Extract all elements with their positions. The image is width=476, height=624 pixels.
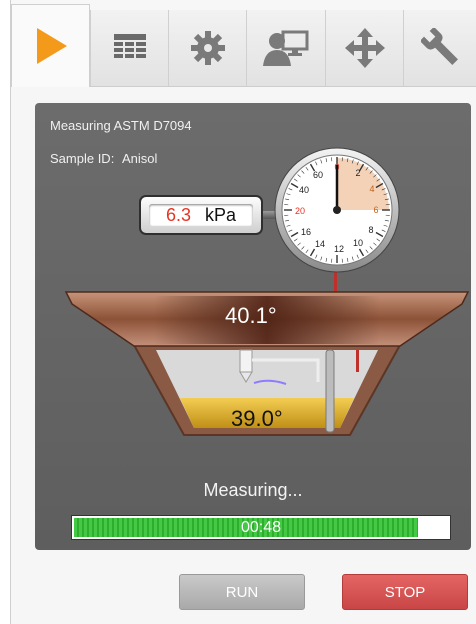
gear-icon [190,31,225,65]
pressure-gauge: 0 2 4 6 8 10 12 14 16 20 40 60 [274,147,400,273]
pressure-unit: kPa [205,204,237,225]
temperature-probe [325,349,335,433]
tab-move[interactable] [325,10,403,86]
move-arrows-icon [344,28,385,68]
tab-results[interactable] [90,10,168,86]
tab-run[interactable] [11,4,90,87]
gauge-label-6: 6 [373,205,378,215]
pressure-value: 6.3 [165,204,191,225]
play-icon [36,28,67,64]
lower-temperature: 39.0° [231,406,283,431]
sample-id-label: Sample ID: Anisol [50,151,157,166]
injector [239,349,253,373]
gauge-label-20: 20 [295,206,305,216]
measurement-panel: Measuring ASTM D7094 Sample ID: Anisol 6… [35,103,471,550]
user-monitor-icon [263,30,309,66]
run-button[interactable]: RUN [179,574,305,610]
gauge-label-12: 12 [334,244,344,254]
upper-temperature: 40.1° [225,303,277,328]
gauge-label-60: 60 [313,170,323,180]
status-text: Measuring... [203,480,303,500]
gauge-label-2: 2 [355,168,360,178]
sample-id-value: Anisol [121,151,158,166]
sample-id-caption: Sample ID: [50,151,115,166]
gauge-label-4: 4 [369,184,374,194]
pressure-display: 6.3 kPa [139,195,263,235]
progress-bar: 00:48 [71,515,451,540]
app-window: Measuring ASTM D7094 Sample ID: Anisol 6… [10,0,476,624]
pressure-readout: 6.3 kPa [149,204,253,226]
table-icon [113,34,146,58]
method-label: Measuring ASTM D7094 [50,118,192,133]
gauge-label-16: 16 [301,227,311,237]
gauge-label-40: 40 [299,185,309,195]
progress-time: 00:48 [240,519,282,536]
tab-settings[interactable] [168,10,246,86]
tab-user[interactable] [246,10,325,86]
tab-bar [11,0,476,87]
wrench-icon [420,28,458,65]
stop-button[interactable]: STOP [342,574,468,610]
gauge-label-10: 10 [353,238,363,248]
gauge-label-8: 8 [368,225,373,235]
tab-service[interactable] [403,10,476,86]
gauge-label-14: 14 [315,239,325,249]
